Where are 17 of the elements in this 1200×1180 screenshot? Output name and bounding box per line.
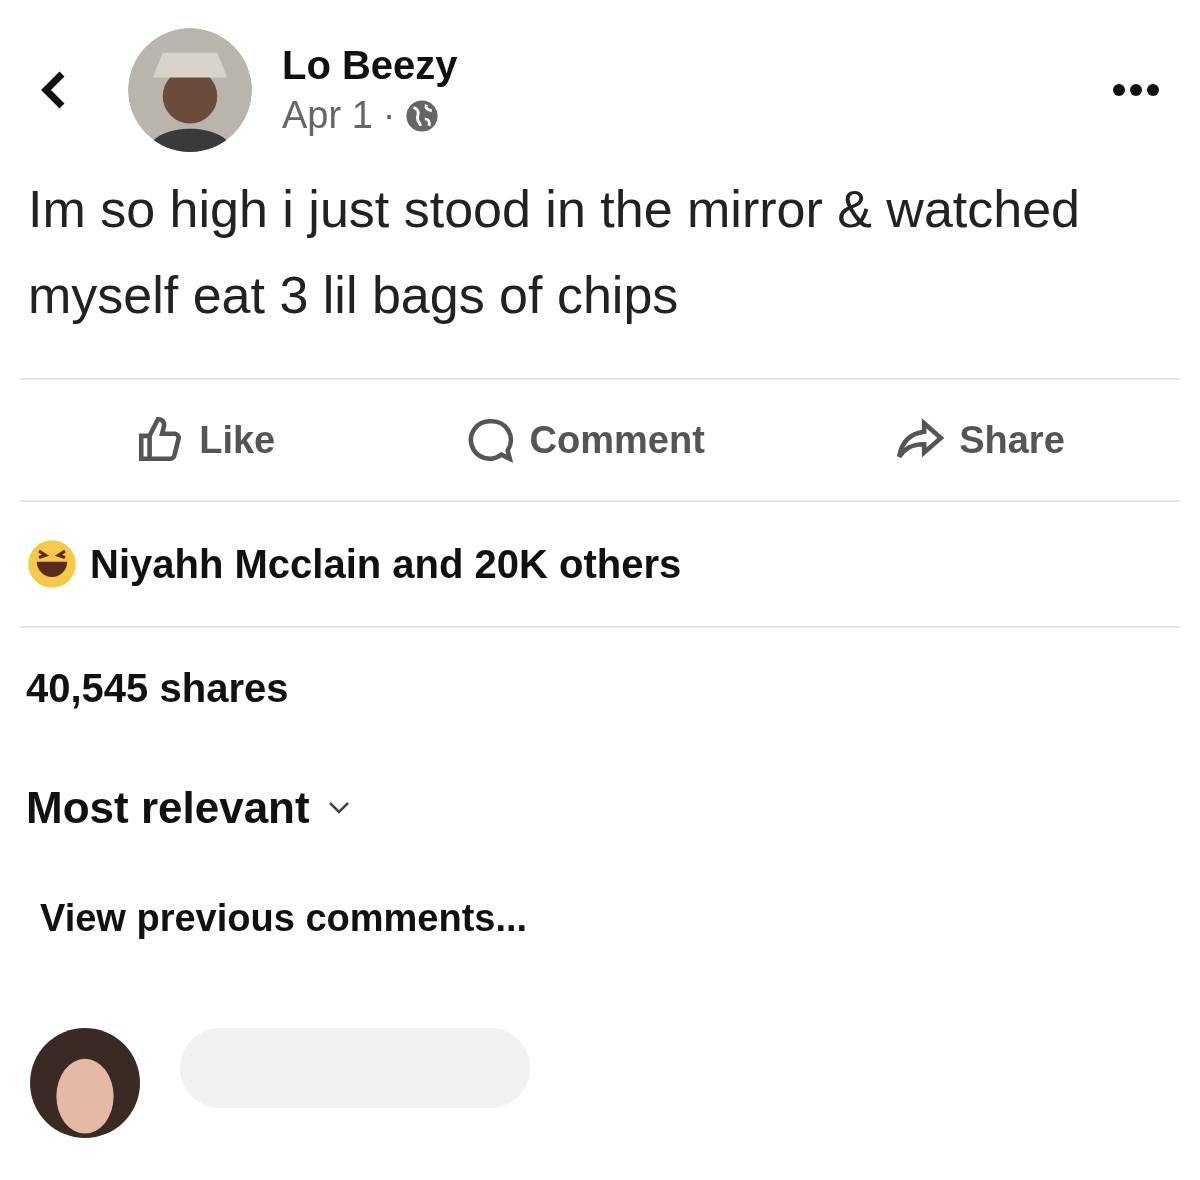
sort-dropdown[interactable]: Most relevant — [26, 783, 350, 833]
author-name[interactable]: Lo Beezy — [282, 43, 1112, 88]
shares-count[interactable]: 40,545 shares — [26, 665, 289, 711]
globe-icon — [405, 98, 440, 133]
view-previous-comments-link[interactable]: View previous comments... — [40, 896, 528, 940]
post-date: Apr 1 — [282, 94, 373, 137]
reactions-summary[interactable]: Niyahh Mcclain and 20K others — [90, 541, 682, 587]
separator: · — [382, 94, 396, 137]
commenter-avatar[interactable] — [30, 1028, 140, 1138]
laughing-emoji-icon — [26, 538, 78, 590]
avatar[interactable] — [128, 28, 252, 152]
more-options-icon[interactable] — [1112, 83, 1160, 97]
like-button[interactable]: Like — [135, 415, 276, 465]
post-text: Im so high i just stood in the mirror & watched myself eat 3 lil bags of chips — [28, 179, 1081, 326]
comment-button[interactable]: Comment — [465, 415, 705, 465]
share-button[interactable]: Share — [895, 415, 1065, 465]
chevron-down-icon — [327, 801, 350, 815]
